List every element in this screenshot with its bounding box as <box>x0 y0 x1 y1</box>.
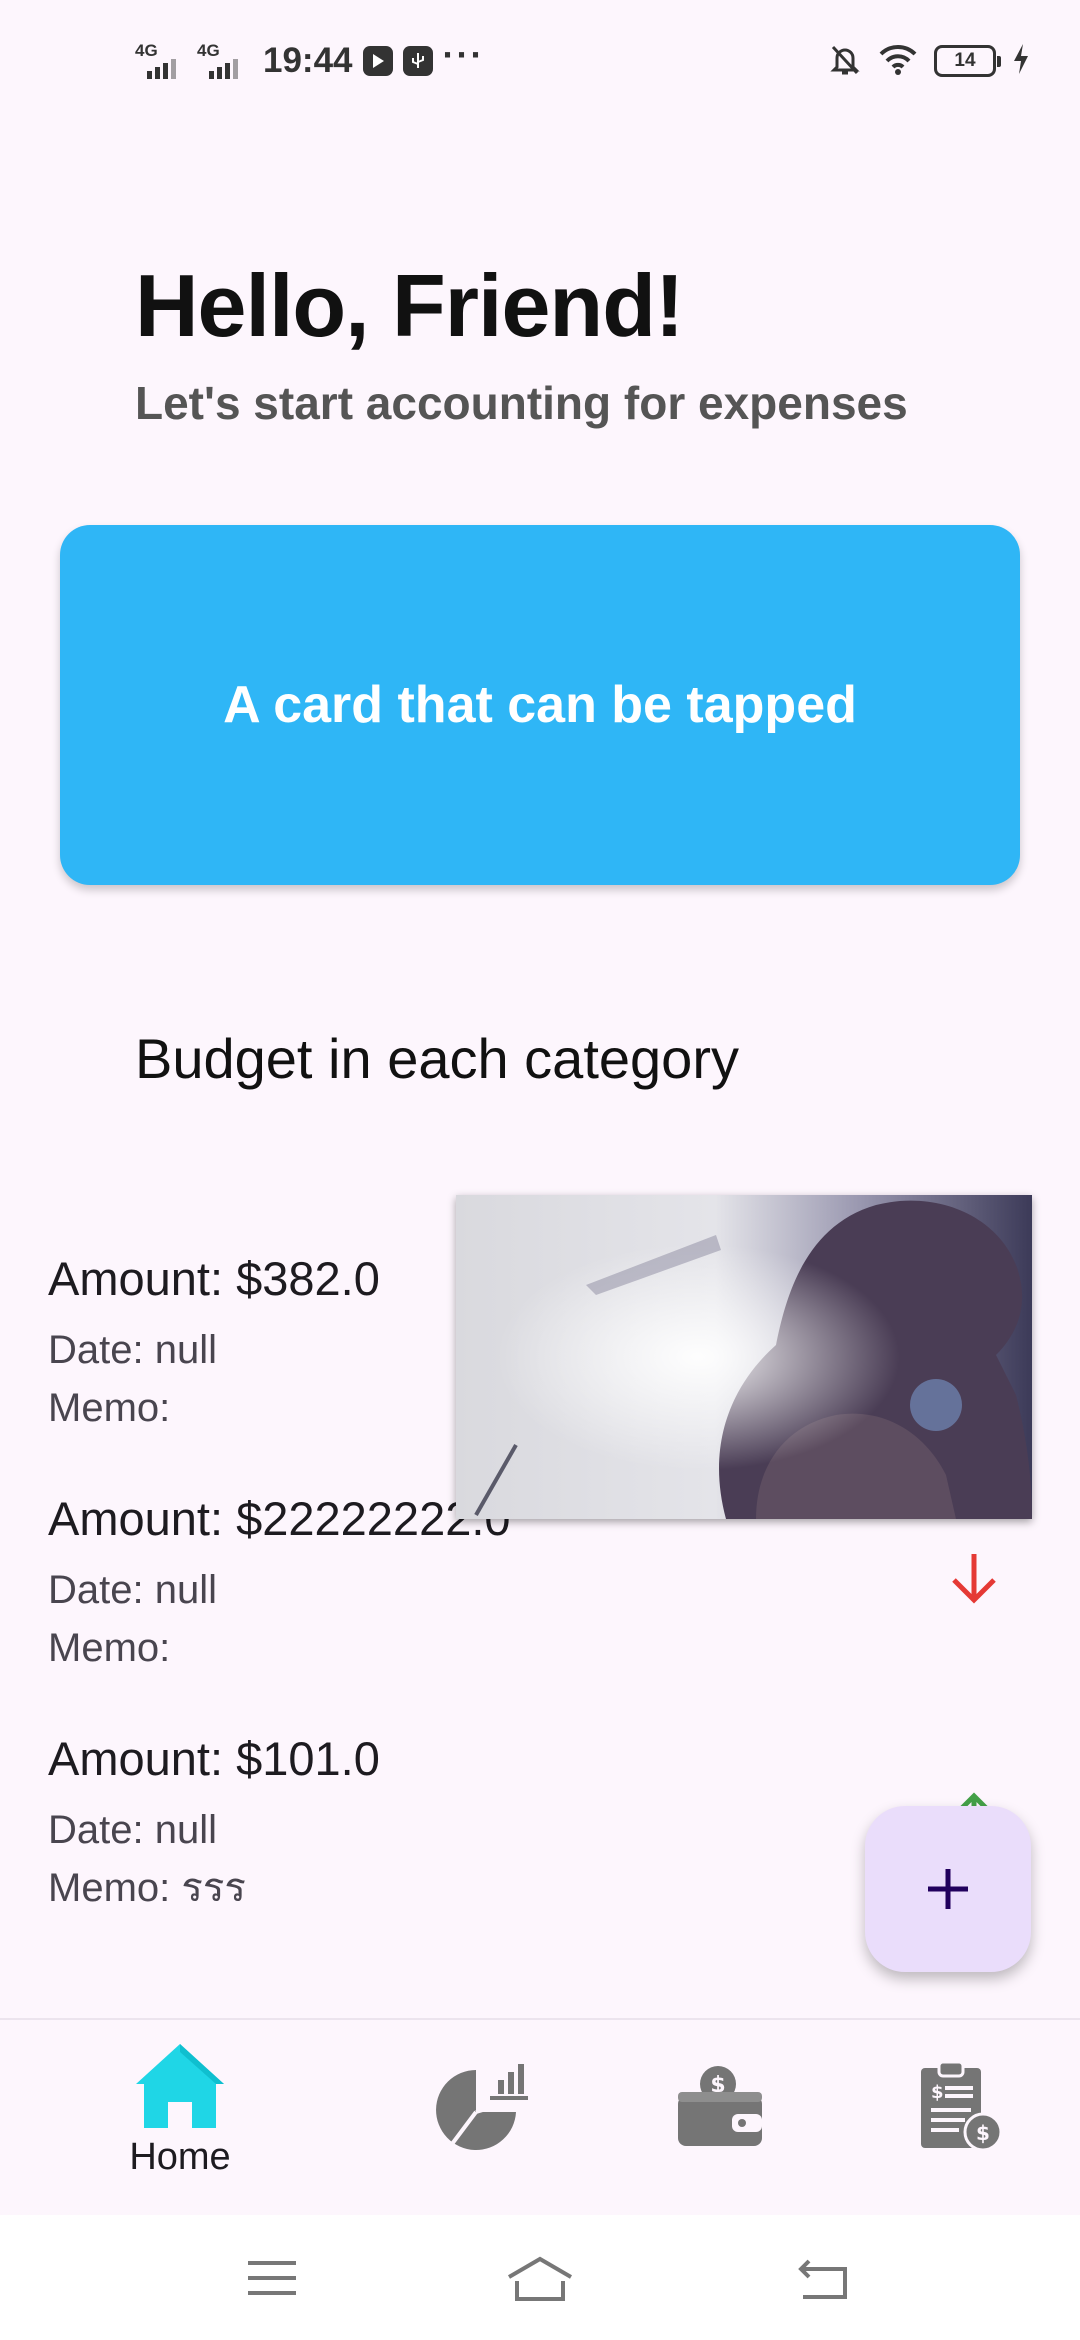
home-icon <box>136 2044 224 2128</box>
charging-bolt-icon <box>1012 43 1030 80</box>
app-screen: 4G 4G 19:44 ··· 14 Hello, Friend! Let's … <box>0 0 1080 2340</box>
home-outline-icon[interactable] <box>505 2253 575 2308</box>
youtube-icon <box>362 46 393 76</box>
svg-text:$: $ <box>976 2121 990 2145</box>
nav-item-wallet[interactable]: $ <box>660 2020 780 2217</box>
clock: 19:44 <box>263 41 353 80</box>
card-label: A card that can be tapped <box>223 676 857 734</box>
invoice-icon: $ $ <box>921 2060 1003 2152</box>
back-icon[interactable] <box>795 2253 851 2308</box>
system-navigation-bar <box>0 2215 1080 2340</box>
video-overlay[interactable] <box>456 1195 1032 1519</box>
wifi-icon <box>878 43 918 80</box>
greeting-subtitle: Let's start accounting for expenses <box>135 377 908 429</box>
signal-icon: 4G <box>135 41 187 81</box>
pie-chart-icon <box>436 2064 528 2150</box>
expense-amount: Amount: $101.0 <box>48 1732 380 1785</box>
battery-icon: 14 <box>934 45 1001 77</box>
greeting-title: Hello, Friend! <box>135 256 684 355</box>
usb-debug-icon <box>402 46 433 76</box>
more-notifications-icon: ··· <box>442 34 485 75</box>
nav-item-statistics[interactable] <box>420 2020 540 2217</box>
status-bar: 4G 4G 19:44 ··· 14 <box>0 0 1080 120</box>
wallet-icon: $ <box>678 2066 762 2146</box>
arrow-down-icon <box>946 1550 1002 1606</box>
signal-icon: 4G <box>197 41 249 81</box>
expense-date: Date: null <box>48 1568 217 1612</box>
tappable-card[interactable]: A card that can be tapped <box>60 525 1020 885</box>
bottom-navigation-bar: Home $ $ $ <box>0 2018 1080 2215</box>
nav-item-home[interactable]: Home <box>100 2020 260 2217</box>
section-title: Budget in each category <box>135 1027 739 1090</box>
add-expense-button[interactable] <box>865 1806 1031 1972</box>
menu-icon[interactable] <box>244 2253 300 2308</box>
nav-item-bills[interactable]: $ $ <box>900 2020 1020 2217</box>
video-frame-image <box>456 1195 1032 1519</box>
nav-label-home: Home <box>129 2136 231 2178</box>
expense-memo: Memo: <box>48 1626 171 1670</box>
expense-list-item[interactable]: Amount: $22222222.0 Date: null Memo: <box>48 1495 1048 1668</box>
svg-text:$: $ <box>931 2082 944 2103</box>
plus-icon <box>928 1869 968 1909</box>
mute-bell-icon <box>828 42 862 81</box>
